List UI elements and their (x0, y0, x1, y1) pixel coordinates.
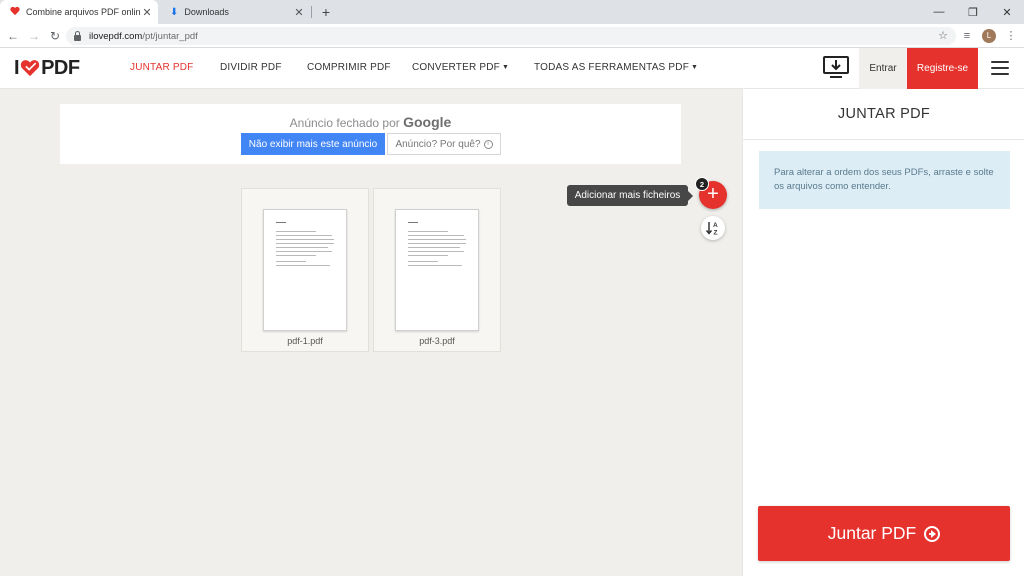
sort-az-icon: A Z (705, 222, 718, 237)
file-count-badge: 2 (695, 177, 709, 191)
info-icon: i (483, 139, 493, 149)
tab-title: Downloads (184, 7, 229, 17)
minimize-button[interactable]: — (922, 0, 956, 24)
signup-button[interactable]: Registre-se (907, 48, 978, 89)
add-files-tooltip: Adicionar mais ficheiros (567, 185, 693, 206)
bookmark-star-icon[interactable]: ☆ (934, 27, 952, 45)
arrow-right-circle-icon (924, 525, 941, 542)
ad-closed-panel: Anúncio fechado por Google Não exibir ma… (60, 104, 681, 164)
svg-text:A: A (713, 222, 718, 229)
tab-downloads[interactable]: ⬇ Downloads ✕ (160, 0, 310, 24)
lock-icon (74, 30, 81, 41)
google-brand: Google (403, 114, 452, 130)
sidebar-title: JUNTAR PDF (743, 89, 1024, 140)
tab-close-icon[interactable]: ✕ (140, 6, 154, 19)
ad-closed-text: Anúncio fechado por Google (60, 114, 681, 130)
reload-button[interactable]: ↻ (46, 27, 64, 45)
logo-prefix: I (14, 56, 20, 79)
nav-label: CONVERTER PDF (412, 62, 500, 73)
pdf-thumbnail (395, 209, 479, 331)
address-bar[interactable]: ilovepdf.com/pt/juntar_pdf (66, 27, 956, 45)
tab-title: Combine arquivos PDF online. O (26, 7, 140, 17)
nav-dividir-pdf[interactable]: DIVIDIR PDF (220, 62, 282, 73)
login-button[interactable]: Entrar (859, 48, 907, 89)
merge-button-label: Juntar PDF (827, 523, 917, 543)
browser-tabstrip: Combine arquivos PDF online. O ✕ ⬇ Downl… (0, 0, 1024, 24)
desktop-download-icon[interactable] (822, 55, 850, 81)
browser-toolbar: ← → ↻ ilovepdf.com/pt/juntar_pdf ☆ ≡ L ⋮ (0, 24, 1024, 48)
profile-avatar[interactable]: L (982, 29, 996, 43)
forward-button[interactable]: → (25, 27, 43, 45)
why-ad-button[interactable]: Anúncio? Por quê? i (387, 133, 501, 155)
tab-separator (311, 6, 312, 18)
ilovepdf-logo[interactable]: I PDF (14, 57, 80, 79)
file-card[interactable]: pdf-3.pdf (373, 188, 501, 352)
url-path: /pt/juntar_pdf (142, 30, 198, 42)
caret-down-icon: ▼ (691, 64, 699, 71)
nav-label: TODAS AS FERRAMENTAS PDF (534, 62, 690, 73)
url-host: ilovepdf.com (89, 30, 143, 42)
logo-suffix: PDF (41, 56, 80, 79)
sort-az-button[interactable]: A Z (701, 216, 725, 240)
reorder-info-box: Para alterar a ordem dos seus PDFs, arra… (759, 151, 1010, 209)
window-close-button[interactable]: ✕ (990, 0, 1024, 24)
file-card[interactable]: pdf-1.pdf (241, 188, 369, 352)
browser-menu-icon[interactable]: ⋮ (1002, 27, 1020, 45)
nav-comprimir-pdf[interactable]: COMPRIMIR PDF (307, 62, 391, 73)
site-header: I PDF JUNTAR PDF DIVIDIR PDF COMPRIMIR P… (0, 48, 1024, 89)
file-name: pdf-1.pdf (287, 336, 323, 346)
download-icon: ⬇ (170, 6, 179, 18)
svg-text:Z: Z (714, 230, 718, 237)
tab-ilovepdf[interactable]: Combine arquivos PDF online. O ✕ (0, 0, 158, 24)
tab-close-icon[interactable]: ✕ (292, 6, 306, 19)
heart-icon (20, 60, 40, 77)
options-sidebar: JUNTAR PDF Para alterar a ordem dos seus… (742, 89, 1024, 576)
why-ad-label: Anúncio? Por quê? (395, 138, 481, 150)
restore-button[interactable]: ❐ (956, 0, 990, 24)
media-control-icon[interactable]: ≡ (958, 27, 976, 45)
ilovepdf-favicon-icon (10, 7, 20, 17)
ad-closed-label: Anúncio fechado por (289, 116, 400, 130)
hide-ad-button[interactable]: Não exibir mais este anúncio (241, 133, 385, 155)
nav-converter-pdf[interactable]: CONVERTER PDF ▼ (412, 62, 509, 73)
window-controls: — ❐ ✕ (922, 0, 1024, 24)
merge-pdf-button[interactable]: Juntar PDF (758, 506, 1010, 561)
file-name: pdf-3.pdf (419, 336, 455, 346)
hamburger-menu-icon[interactable] (991, 61, 1009, 75)
pdf-thumbnail (263, 209, 347, 331)
caret-down-icon: ▼ (501, 64, 510, 71)
back-button[interactable]: ← (4, 27, 22, 45)
new-tab-button[interactable]: + (318, 3, 334, 21)
nav-juntar-pdf[interactable]: JUNTAR PDF (130, 62, 193, 73)
nav-todas-ferramentas[interactable]: TODAS AS FERRAMENTAS PDF ▼ (534, 62, 698, 73)
